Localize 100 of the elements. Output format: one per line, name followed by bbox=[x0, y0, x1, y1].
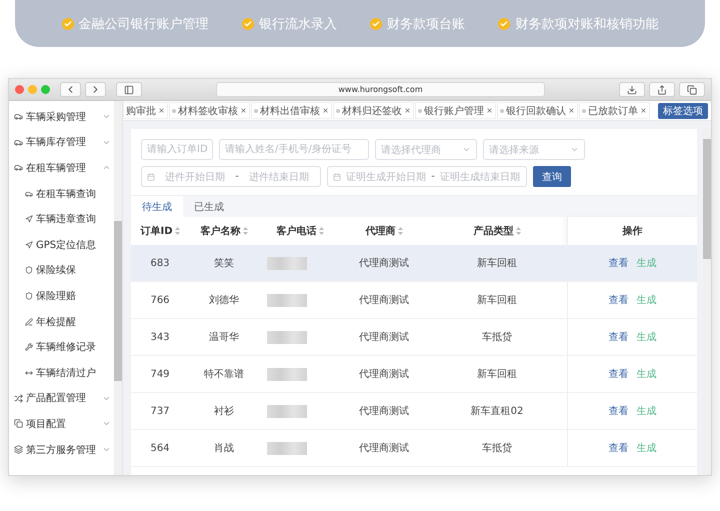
share-button[interactable] bbox=[649, 82, 675, 97]
status-tab[interactable]: 待生成 bbox=[131, 196, 183, 217]
sidebar-toggle-button[interactable] bbox=[116, 82, 142, 97]
sidebar-subitem[interactable]: 保险续保 bbox=[9, 258, 114, 284]
blurred-phone-placeholder bbox=[267, 404, 307, 418]
column-header: 代理商 bbox=[366, 224, 396, 238]
feature-label: 财务款项对账和核销功能 bbox=[515, 16, 658, 32]
close-icon[interactable] bbox=[15, 85, 24, 94]
column-header: 客户电话 bbox=[276, 224, 316, 238]
close-icon[interactable] bbox=[240, 107, 247, 114]
feature-label: 金融公司银行账户管理 bbox=[78, 16, 209, 32]
calendar-icon bbox=[333, 172, 341, 180]
table-cell-text: 代理商测试 bbox=[358, 256, 410, 270]
close-icon[interactable] bbox=[158, 107, 165, 114]
view-link[interactable]: 查看 bbox=[608, 330, 628, 344]
chevron-icon bbox=[462, 145, 471, 154]
table-cell-text: 766 bbox=[149, 294, 171, 306]
page-tab[interactable]: 银行回款确认 bbox=[497, 102, 578, 119]
page-tab[interactable]: 材料出借审核 bbox=[251, 102, 332, 119]
sidebar-subitem[interactable]: GPS定位信息 bbox=[9, 232, 114, 258]
table-row[interactable]: 343 温哥华 代理商测试 车抵贷 查看 生成 bbox=[131, 319, 697, 356]
sidebar-subitem[interactable]: 车辆结清过户 bbox=[9, 360, 114, 386]
table-cell-text: 代理商测试 bbox=[358, 442, 410, 455]
sidebar-subitem[interactable]: 车辆违章查询 bbox=[9, 206, 114, 232]
table-cell-text: 343 bbox=[149, 332, 171, 342]
page-tab[interactable]: 已放款订单 bbox=[579, 102, 650, 119]
table-row[interactable]: 766 刘德华 代理商测试 新车回租 查看 生成 bbox=[131, 282, 697, 319]
table-cell-text: 车抵贷 bbox=[481, 442, 513, 455]
table-cell-text: 笑笑 bbox=[213, 257, 235, 270]
table-cell-text: 代理商测试 bbox=[358, 330, 410, 344]
table-cell-text: 代理商测试 bbox=[358, 404, 410, 418]
sidebar-subitem[interactable]: 车辆维修记录 bbox=[9, 334, 114, 360]
table-cell-text: 683 bbox=[149, 258, 171, 268]
table-cell-text: 564 bbox=[149, 442, 171, 454]
table-cell-text: 749 bbox=[149, 368, 171, 380]
search-button[interactable]: 查询 bbox=[533, 166, 571, 187]
sidebar-subitem[interactable]: 年检提醒 bbox=[9, 308, 114, 334]
check-icon bbox=[242, 18, 254, 30]
sidebar-item[interactable]: 产品配置管理 bbox=[9, 386, 114, 412]
table-cell-text: 737 bbox=[149, 406, 171, 416]
sidebar-subitem[interactable]: 在租车辆查询 bbox=[9, 180, 114, 206]
close-icon[interactable] bbox=[640, 107, 647, 114]
sort-icon[interactable] bbox=[516, 227, 520, 235]
blurred-phone-placeholder bbox=[267, 442, 307, 454]
column-header: 产品类型 bbox=[474, 224, 514, 238]
forward-button[interactable] bbox=[85, 82, 106, 97]
sidebar-subitem[interactable]: 保险理赔 bbox=[9, 283, 114, 309]
download-icon bbox=[627, 84, 637, 94]
close-icon[interactable] bbox=[568, 107, 575, 114]
address-bar[interactable]: www.hurongsoft.com bbox=[216, 82, 545, 97]
tabs-icon bbox=[687, 84, 697, 94]
view-link[interactable]: 查看 bbox=[608, 293, 628, 307]
close-icon[interactable] bbox=[486, 107, 493, 114]
sidebar-item[interactable]: 车辆采购管理 bbox=[9, 104, 114, 130]
close-icon[interactable] bbox=[322, 107, 329, 114]
sort-icon[interactable] bbox=[318, 227, 324, 235]
view-link[interactable]: 查看 bbox=[608, 256, 628, 270]
blurred-phone-placeholder bbox=[267, 330, 307, 344]
tab-options-button[interactable]: 标签选项 bbox=[658, 102, 708, 118]
sidebar-item[interactable]: 车辆库存管理 bbox=[9, 130, 114, 156]
column-header: 订单ID bbox=[140, 224, 173, 238]
page-tab[interactable]: 材料签收审核 bbox=[169, 102, 250, 119]
input-field[interactable]: 请输入订单ID bbox=[141, 139, 213, 160]
table-row[interactable]: 749 特不靠谱 代理商测试 新车回租 查看 生成 bbox=[131, 356, 697, 393]
feature-label: 银行流水录入 bbox=[258, 16, 337, 32]
check-icon bbox=[498, 18, 510, 30]
view-link[interactable]: 查看 bbox=[608, 367, 628, 381]
content-scrollbar[interactable] bbox=[703, 129, 711, 475]
table-cell-text: 肖战 bbox=[213, 442, 235, 455]
sort-icon[interactable] bbox=[242, 227, 248, 235]
blurred-phone-placeholder bbox=[267, 368, 307, 380]
table-row[interactable]: 564 肖战 代理商测试 车抵贷 查看 生成 bbox=[131, 430, 697, 467]
input-field[interactable]: 请输入姓名/手机号/身份证号 bbox=[219, 139, 369, 160]
tabs-button[interactable] bbox=[679, 82, 705, 97]
page-tab[interactable]: 购审批 bbox=[123, 102, 168, 119]
table-cell-text: 新车回租 bbox=[476, 368, 518, 381]
check-icon bbox=[370, 18, 382, 30]
table-row[interactable]: 737 衬衫 代理商测试 新车直租02 查看 生成 bbox=[131, 393, 697, 430]
download-button[interactable] bbox=[619, 82, 645, 97]
table-cell-text: 温哥华 bbox=[208, 331, 240, 344]
date-range-field[interactable]: 进件开始日期 - 进件结束日期 bbox=[141, 166, 321, 187]
close-icon[interactable] bbox=[404, 107, 411, 114]
table-cell-text: 代理商测试 bbox=[358, 294, 410, 307]
page-tab[interactable]: 材料归还签收 bbox=[333, 102, 414, 119]
sidebar-scrollbar[interactable] bbox=[114, 101, 122, 475]
sidebar-item[interactable]: 项目配置 bbox=[9, 411, 114, 437]
back-button[interactable] bbox=[60, 82, 81, 97]
status-tab[interactable]: 已生成 bbox=[183, 196, 235, 217]
page-tab[interactable]: 银行账户管理 bbox=[415, 102, 496, 119]
chevron-icon bbox=[570, 145, 579, 154]
sort-icon[interactable] bbox=[398, 227, 402, 235]
date-range-field[interactable]: 证明生成开始日期 - 证明生成结束日期 bbox=[327, 166, 527, 187]
sidebar-item[interactable]: 第三方服务管理 bbox=[9, 436, 114, 462]
sidebar-item[interactable]: 在租车辆管理 bbox=[9, 155, 114, 181]
table-row[interactable]: 683 笑笑 代理商测试 新车回租 查看 生成 bbox=[131, 245, 697, 282]
view-link[interactable]: 查看 bbox=[608, 441, 628, 455]
maximize-icon[interactable] bbox=[41, 85, 50, 94]
table-cell-text: 代理商测试 bbox=[358, 368, 410, 381]
sort-icon[interactable] bbox=[174, 227, 180, 235]
view-link[interactable]: 查看 bbox=[608, 404, 628, 418]
